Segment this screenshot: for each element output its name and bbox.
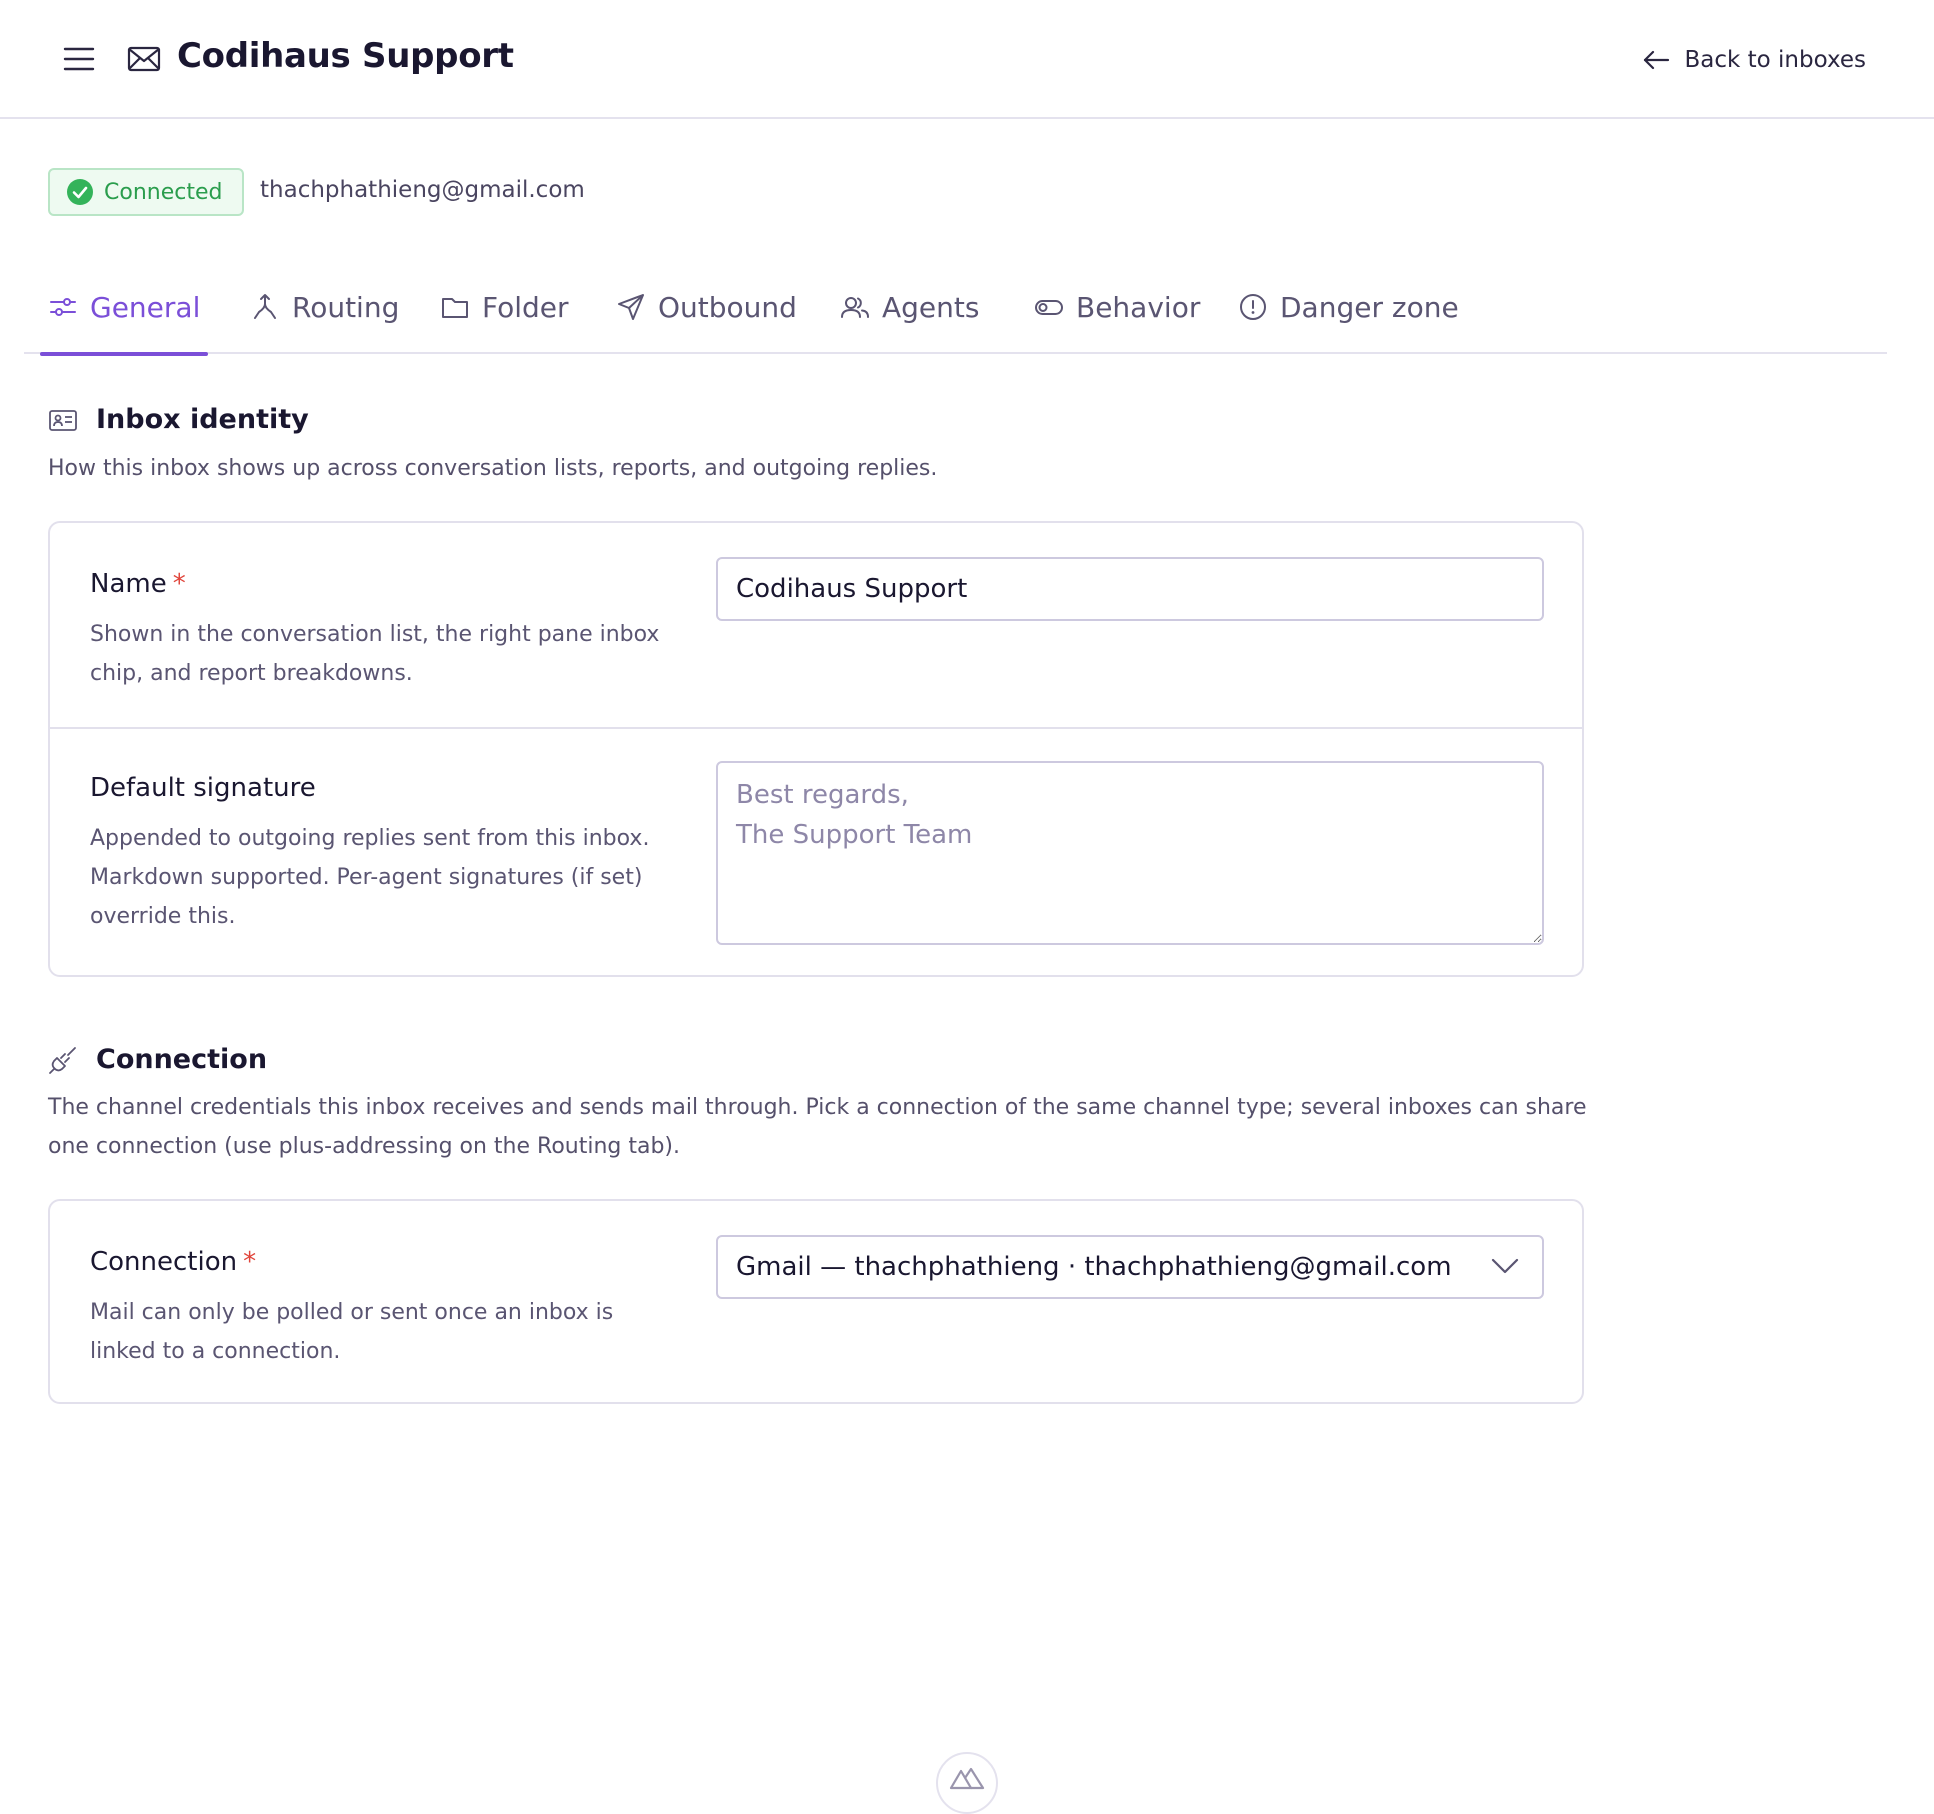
plug-icon (48, 1045, 78, 1075)
section-description: The channel credentials this inbox recei… (48, 1095, 1587, 1159)
tab-label: Outbound (658, 290, 797, 324)
back-to-inboxes-link[interactable]: Back to inboxes (1642, 42, 1866, 78)
section-description: How this inbox shows up across conversat… (48, 456, 938, 481)
connected-status-badge: Connected (48, 168, 244, 216)
tab-behavior[interactable]: Behavior (1026, 270, 1208, 354)
tab-outbound[interactable]: Outbound (608, 270, 805, 354)
tab-label: Folder (482, 290, 569, 324)
tab-label: Agents (882, 290, 980, 324)
connection-label: Connection * (90, 1247, 256, 1277)
tab-folder[interactable]: Folder (432, 270, 577, 354)
signature-help: Appended to outgoing replies sent from t… (90, 826, 650, 929)
signature-label: Default signature (90, 773, 316, 803)
back-link-label: Back to inboxes (1684, 47, 1866, 73)
mail-icon (127, 44, 161, 74)
sliders-icon (48, 292, 78, 322)
id-card-icon (48, 405, 78, 435)
chevron-down-icon (1490, 1257, 1520, 1275)
page-title: Codihaus Support (177, 36, 514, 76)
name-label-text: Name (90, 569, 167, 599)
tab-label: General (90, 290, 201, 324)
top-header: Codihaus Support Back to inboxes (0, 0, 1934, 119)
name-row: Name * Shown in the conversation list, th… (50, 523, 1582, 727)
tab-routing[interactable]: Routing (242, 270, 407, 354)
folder-icon (440, 292, 470, 322)
connection-label-text: Connection (90, 1247, 238, 1277)
tab-danger-zone[interactable]: Danger zone (1230, 270, 1467, 354)
signature-row: Default signature Appended to outgoing r… (50, 727, 1582, 975)
section-title: Connection (96, 1044, 268, 1075)
tab-agents[interactable]: Agents (832, 270, 987, 354)
name-input[interactable] (716, 557, 1544, 621)
tab-label: Behavior (1076, 290, 1201, 324)
alert-circle-icon (1238, 292, 1268, 322)
tab-label: Routing (292, 290, 400, 324)
status-badge-label: Connected (104, 179, 223, 205)
hamburger-menu-icon[interactable] (62, 44, 96, 74)
connection-help: Mail can only be polled or sent once an … (90, 1300, 614, 1364)
arrow-left-icon (1642, 48, 1670, 72)
toggle-icon (1034, 292, 1064, 322)
check-circle-icon (66, 178, 94, 206)
tab-label: Danger zone (1280, 290, 1459, 324)
section-inbox-identity: Inbox identity (48, 404, 309, 435)
required-mark: * (172, 569, 186, 599)
section-title: Inbox identity (96, 404, 309, 435)
connection-card: Connection * Mail can only be polled or s… (48, 1199, 1584, 1404)
section-connection: Connection (48, 1044, 267, 1075)
routing-icon (250, 292, 280, 322)
send-icon (616, 292, 646, 322)
connection-row: Connection * Mail can only be polled or s… (50, 1201, 1582, 1402)
tab-general[interactable]: General (40, 270, 209, 356)
users-icon (840, 292, 870, 322)
nuxt-devtools-logo-icon[interactable] (936, 1752, 998, 1814)
name-help: Shown in the conversation list, the righ… (90, 622, 660, 686)
connection-selected-value: Gmail — thachphathieng · thachphathieng@… (736, 1252, 1452, 1282)
settings-tabs: General Routing Folder Outbound Agents B… (24, 270, 1887, 356)
required-mark: * (243, 1247, 257, 1277)
signature-textarea[interactable] (716, 761, 1544, 945)
connection-select[interactable]: Gmail — thachphathieng · thachphathieng@… (716, 1235, 1544, 1299)
connected-email: thachphathieng@gmail.com (260, 177, 585, 203)
name-label: Name * (90, 569, 186, 599)
identity-card: Name * Shown in the conversation list, th… (48, 521, 1584, 977)
